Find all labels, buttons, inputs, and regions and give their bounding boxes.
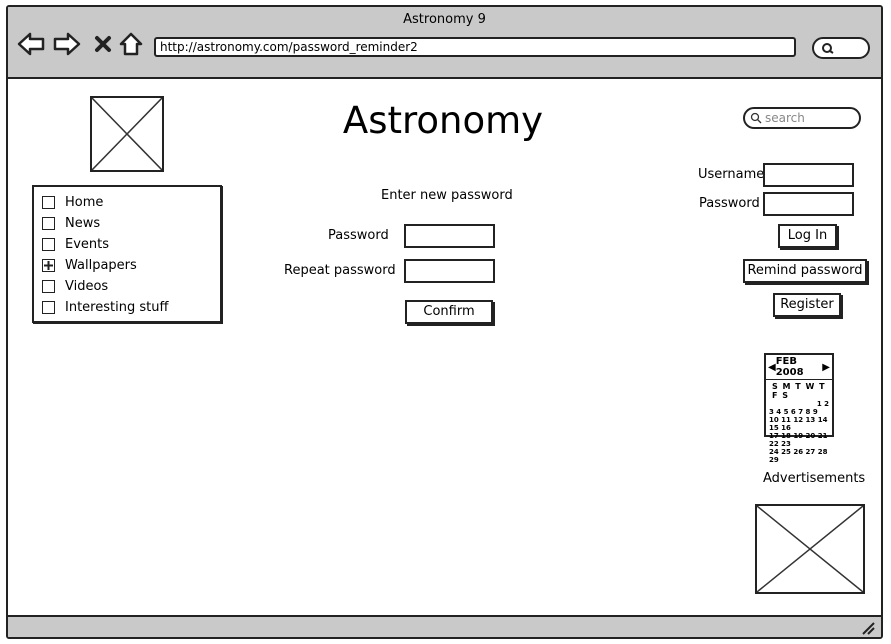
advertisements-label: Advertisements (763, 471, 866, 486)
browser-chrome: Astronomy 9 http://astronomy.com/passwor… (8, 7, 881, 79)
menu-item-events[interactable]: Events (42, 237, 109, 252)
search-icon (822, 43, 834, 54)
menu-item-label: News (65, 216, 101, 231)
login-password-input[interactable] (763, 192, 854, 216)
calendar-row: 3 4 5 6 7 8 9 (769, 408, 818, 416)
username-label: Username (698, 167, 765, 182)
logo-image-placeholder (90, 96, 164, 172)
search-placeholder: search (765, 111, 805, 125)
forward-button[interactable] (52, 29, 82, 59)
calendar-header: ◀ FEB 2008 ▶ (766, 355, 832, 380)
home-button[interactable] (116, 29, 146, 59)
checkbox[interactable] (42, 280, 55, 293)
plus-checkbox[interactable] (42, 259, 55, 272)
calendar-row: 10 11 12 13 14 15 16 (769, 416, 828, 432)
checkbox[interactable] (42, 217, 55, 230)
search-input[interactable]: search (743, 107, 861, 129)
form-heading: Enter new password (381, 188, 513, 203)
home-icon (119, 32, 143, 56)
menu-item-videos[interactable]: Videos (42, 279, 108, 294)
confirm-button[interactable]: Confirm (405, 300, 493, 324)
address-bar[interactable]: http://astronomy.com/password_reminder2 (154, 37, 796, 57)
new-password-input[interactable] (404, 224, 495, 248)
browser-window: Astronomy 9 http://astronomy.com/passwor… (6, 5, 883, 639)
window-title: Astronomy 9 (403, 12, 486, 27)
plus-icon (44, 261, 53, 270)
menu-item-interesting-stuff[interactable]: Interesting stuff (42, 300, 168, 315)
calendar-month: FEB 2008 (775, 356, 804, 378)
calendar-weekdays: S M T W T F S (772, 382, 826, 400)
menu-item-wallpapers[interactable]: Wallpapers (42, 258, 137, 273)
menu-item-label: Videos (65, 279, 109, 294)
prev-month-icon[interactable]: ◀ (768, 362, 776, 373)
page-title: Astronomy (342, 99, 544, 142)
checkbox[interactable] (42, 196, 55, 209)
calendar-row: 24 25 26 27 28 29 (769, 448, 828, 464)
checkbox[interactable] (42, 238, 55, 251)
username-input[interactable] (763, 163, 854, 187)
search-icon (750, 112, 762, 124)
next-month-icon[interactable]: ▶ (822, 362, 830, 373)
search-go-button[interactable] (812, 37, 870, 59)
password-label: Password (328, 228, 389, 243)
resize-grip-icon[interactable] (861, 621, 875, 635)
login-password-label: Password (699, 196, 760, 211)
menu-item-label: Wallpapers (65, 258, 137, 273)
menu-item-news[interactable]: News (42, 216, 100, 231)
menu-item-home[interactable]: Home (42, 195, 103, 210)
menu-item-label: Events (65, 237, 110, 252)
register-button[interactable]: Register (773, 293, 841, 317)
status-bar (8, 615, 881, 637)
calendar-days: 1 2 3 4 5 6 7 8 9 10 11 12 13 14 15 16 1… (766, 400, 832, 464)
login-button[interactable]: Log In (778, 224, 837, 248)
calendar-row: 17 18 19 20 21 22 23 (769, 432, 828, 448)
nav-menu: Home News Events Wallpapers Videos Inter… (32, 185, 222, 323)
image-placeholder-icon (756, 505, 864, 593)
close-x-icon (95, 36, 111, 52)
image-placeholder-icon (91, 97, 163, 171)
calendar-row: 1 2 (816, 400, 829, 408)
back-arrow-icon (17, 32, 45, 56)
checkbox[interactable] (42, 301, 55, 314)
menu-item-label: Interesting stuff (65, 300, 169, 315)
menu-item-label: Home (65, 195, 104, 210)
back-button[interactable] (16, 29, 46, 59)
remind-password-button[interactable]: Remind password (743, 259, 867, 283)
calendar-widget[interactable]: ◀ FEB 2008 ▶ S M T W T F S 1 2 3 4 5 6 7… (764, 353, 834, 464)
repeat-password-input[interactable] (404, 259, 495, 283)
forward-arrow-icon (53, 32, 81, 56)
stop-button[interactable] (88, 29, 118, 59)
repeat-password-label: Repeat password (284, 263, 396, 278)
advertisement-image-placeholder[interactable] (755, 504, 865, 594)
